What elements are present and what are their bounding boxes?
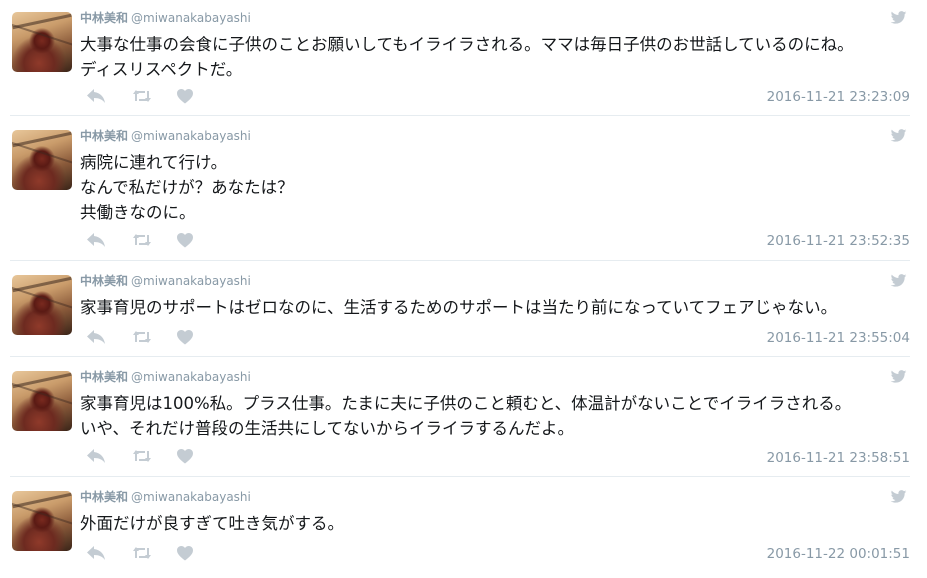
tweet-text: 家事育児のサポートはゼロなのに、生活するためのサポートは当たり前になっていてフェ… <box>80 298 838 317</box>
retweet-icon[interactable] <box>132 232 154 250</box>
divider <box>10 356 910 357</box>
tweet-timestamp[interactable]: 2016-11-22 00:01:51 <box>767 546 910 562</box>
reply-icon[interactable] <box>86 329 108 347</box>
retweet-icon[interactable] <box>132 329 154 347</box>
user-handle[interactable]: @miwanakabayashi <box>131 370 251 384</box>
avatar[interactable] <box>12 491 72 551</box>
twitter-bird-icon <box>890 129 907 142</box>
tweet-timestamp[interactable]: 2016-11-21 23:55:04 <box>767 330 910 346</box>
user-name[interactable]: 中林美和 <box>80 490 128 504</box>
tweet-text: 大事な仕事の会食に子供のことお願いしてもイライラされる。ママは毎日子供のお世話し… <box>80 35 854 79</box>
user-name[interactable]: 中林美和 <box>80 370 128 384</box>
twitter-bird-icon <box>890 490 907 503</box>
divider <box>10 115 910 116</box>
twitter-bird-icon <box>890 11 907 24</box>
user-handle[interactable]: @miwanakabayashi <box>131 11 251 25</box>
tweet[interactable]: 中林美和 @miwanakabayashi 家事育児のサポートはゼロなのに、生活す… <box>0 263 927 356</box>
user-handle[interactable]: @miwanakabayashi <box>131 274 251 288</box>
tweet-header: 中林美和 @miwanakabayashi <box>80 368 251 385</box>
avatar[interactable] <box>12 275 72 335</box>
tweet[interactable]: 中林美和 @miwanakabayashi 外面だけが良すぎて吐き気がする。 20… <box>0 479 927 578</box>
retweet-icon[interactable] <box>132 88 154 106</box>
reply-icon[interactable] <box>86 88 108 106</box>
reply-icon[interactable] <box>86 448 108 466</box>
retweet-icon[interactable] <box>132 545 154 563</box>
reply-icon[interactable] <box>86 232 108 250</box>
avatar[interactable] <box>12 371 72 431</box>
avatar[interactable] <box>12 12 72 72</box>
tweet-header: 中林美和 @miwanakabayashi <box>80 9 251 26</box>
tweet[interactable]: 中林美和 @miwanakabayashi 大事な仕事の会食に子供のことお願いして… <box>0 0 927 115</box>
divider <box>10 476 910 477</box>
tweet-header: 中林美和 @miwanakabayashi <box>80 488 251 505</box>
heart-icon[interactable] <box>176 88 198 106</box>
heart-icon[interactable] <box>176 545 198 563</box>
tweet-timestamp[interactable]: 2016-11-21 23:52:35 <box>767 233 910 249</box>
tweet-text: 病院に連れて行け。 なんで私だけが？あなたは？ 共働きなのに。 <box>80 153 294 222</box>
tweet-header: 中林美和 @miwanakabayashi <box>80 127 251 144</box>
twitter-bird-icon <box>890 370 907 383</box>
retweet-icon[interactable] <box>132 448 154 466</box>
tweet-feed: 中林美和 @miwanakabayashi 大事な仕事の会食に子供のことお願いして… <box>0 0 927 578</box>
twitter-bird-icon <box>890 274 907 287</box>
heart-icon[interactable] <box>176 329 198 347</box>
user-name[interactable]: 中林美和 <box>80 129 128 143</box>
divider <box>10 260 910 261</box>
user-handle[interactable]: @miwanakabayashi <box>131 490 251 504</box>
tweet-header: 中林美和 @miwanakabayashi <box>80 272 251 289</box>
tweet[interactable]: 中林美和 @miwanakabayashi 家事育児は100%私。プラス仕事。たま… <box>0 359 927 476</box>
tweet-timestamp[interactable]: 2016-11-21 23:23:09 <box>767 89 910 105</box>
heart-icon[interactable] <box>176 232 198 250</box>
user-name[interactable]: 中林美和 <box>80 11 128 25</box>
heart-icon[interactable] <box>176 448 198 466</box>
avatar[interactable] <box>12 130 72 190</box>
tweet-text: 外面だけが良すぎて吐き気がする。 <box>80 514 344 533</box>
tweet[interactable]: 中林美和 @miwanakabayashi 病院に連れて行け。 なんで私だけが？あ… <box>0 118 927 260</box>
tweet-timestamp[interactable]: 2016-11-21 23:58:51 <box>767 450 910 466</box>
tweet-text: 家事育児は100%私。プラス仕事。たまに夫に子供のこと頼むと、体温計がないことで… <box>80 394 852 438</box>
user-name[interactable]: 中林美和 <box>80 274 128 288</box>
reply-icon[interactable] <box>86 545 108 563</box>
user-handle[interactable]: @miwanakabayashi <box>131 129 251 143</box>
